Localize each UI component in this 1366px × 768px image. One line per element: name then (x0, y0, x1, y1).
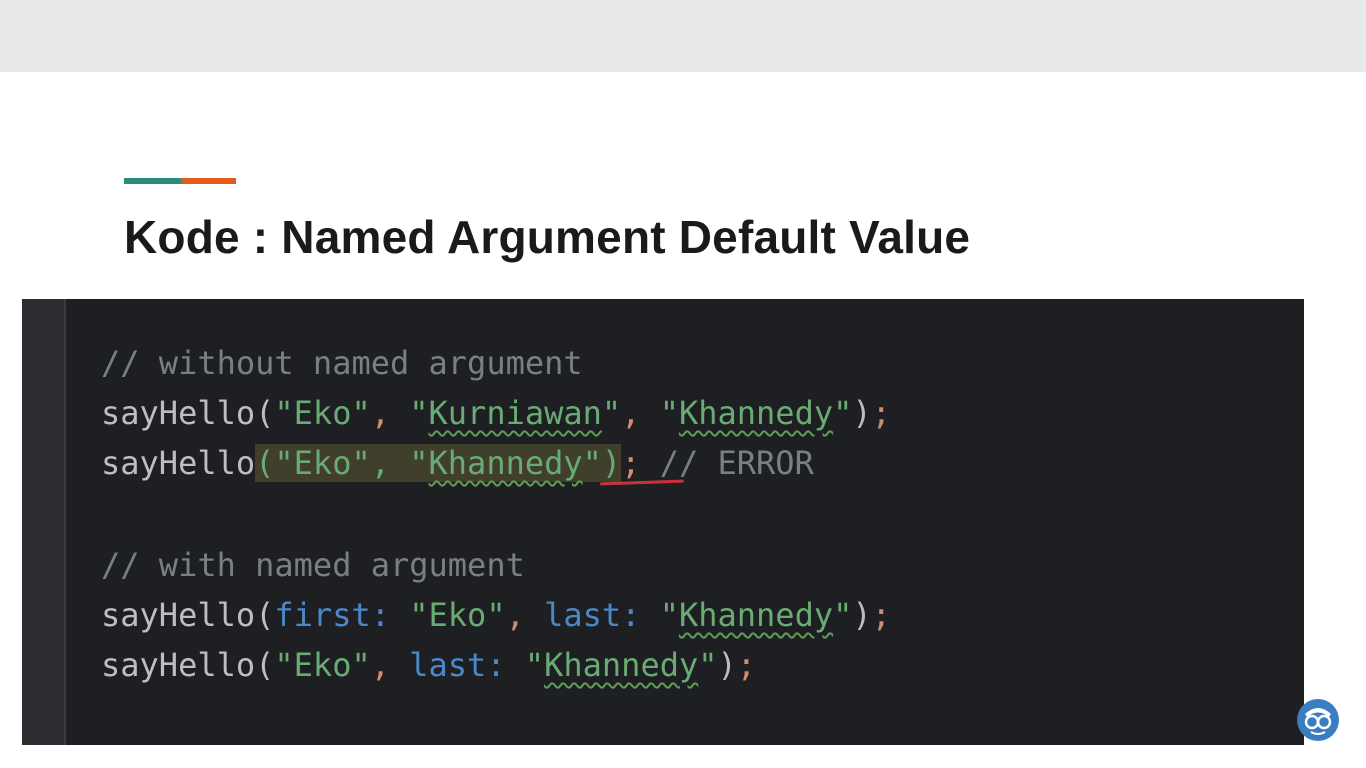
code-token: sayHello( (101, 394, 275, 432)
code-token: "Eko" (274, 646, 371, 684)
code-token: ; (871, 596, 891, 634)
code-line-c2: // with named argument (101, 545, 525, 585)
code-token: ("Eko", " (255, 444, 429, 482)
code-line-c1: // without named argument (101, 343, 583, 383)
code-token: " (409, 394, 429, 432)
code-token: , (370, 646, 410, 684)
editor-gutter (22, 299, 64, 745)
code-token: Khannedy (678, 596, 834, 634)
code-token: sayHello( (101, 596, 275, 634)
code-token: , (621, 394, 660, 432)
code-line-l1: sayHello("Eko", "Kurniawan", "Khannedy")… (101, 393, 891, 433)
code-token: // with named argument (101, 546, 525, 584)
code-token: Khannedy (678, 394, 834, 432)
title-accent-bar (124, 178, 236, 184)
code-token: last: (409, 646, 525, 684)
code-token: last: (544, 596, 660, 634)
accent-teal (124, 178, 181, 184)
code-line-l3: sayHello(first: "Eko", last: "Khannedy")… (101, 595, 891, 635)
accent-orange (181, 178, 236, 184)
code-token: sayHello( (101, 646, 275, 684)
code-token: ") (582, 444, 622, 482)
code-token: "Eko" (409, 596, 506, 634)
code-token: " (659, 394, 679, 432)
code-token: ERROR (717, 444, 814, 482)
code-token: // without named argument (101, 344, 583, 382)
code-token: " (698, 646, 718, 684)
code-token: " (524, 646, 545, 684)
code-line-l4: sayHello("Eko", last: "Khannedy"); (101, 645, 756, 685)
code-token: " (833, 596, 853, 634)
slide-title: Kode : Named Argument Default Value (124, 211, 971, 263)
code-token: "Eko" (274, 394, 371, 432)
code-token: ; (621, 444, 660, 482)
code-token: Kurniawan (428, 394, 602, 432)
code-token: " (601, 394, 622, 432)
code-token: ) (717, 646, 737, 684)
slide-top-bar (0, 0, 1366, 72)
code-token: " (833, 394, 853, 432)
code-token: Khannedy (428, 444, 583, 482)
code-token: sayHello (101, 444, 256, 482)
code-line-l2: sayHello("Eko", "Khannedy"); // ERROR (101, 443, 814, 483)
code-token: ; (871, 394, 891, 432)
gutter-divider (64, 299, 66, 745)
glasses-mascot-icon (1297, 699, 1339, 741)
code-token: ) (852, 596, 872, 634)
code-token: ; (736, 646, 757, 684)
code-token: // (659, 444, 718, 482)
code-token: " (659, 596, 679, 634)
code-token: , (505, 596, 545, 634)
code-token: first: (274, 596, 410, 634)
code-token: Khannedy (544, 646, 699, 684)
code-token: ) (852, 394, 872, 432)
code-editor: // without named argument sayHello("Eko",… (22, 299, 1304, 745)
code-token: , (370, 394, 410, 432)
